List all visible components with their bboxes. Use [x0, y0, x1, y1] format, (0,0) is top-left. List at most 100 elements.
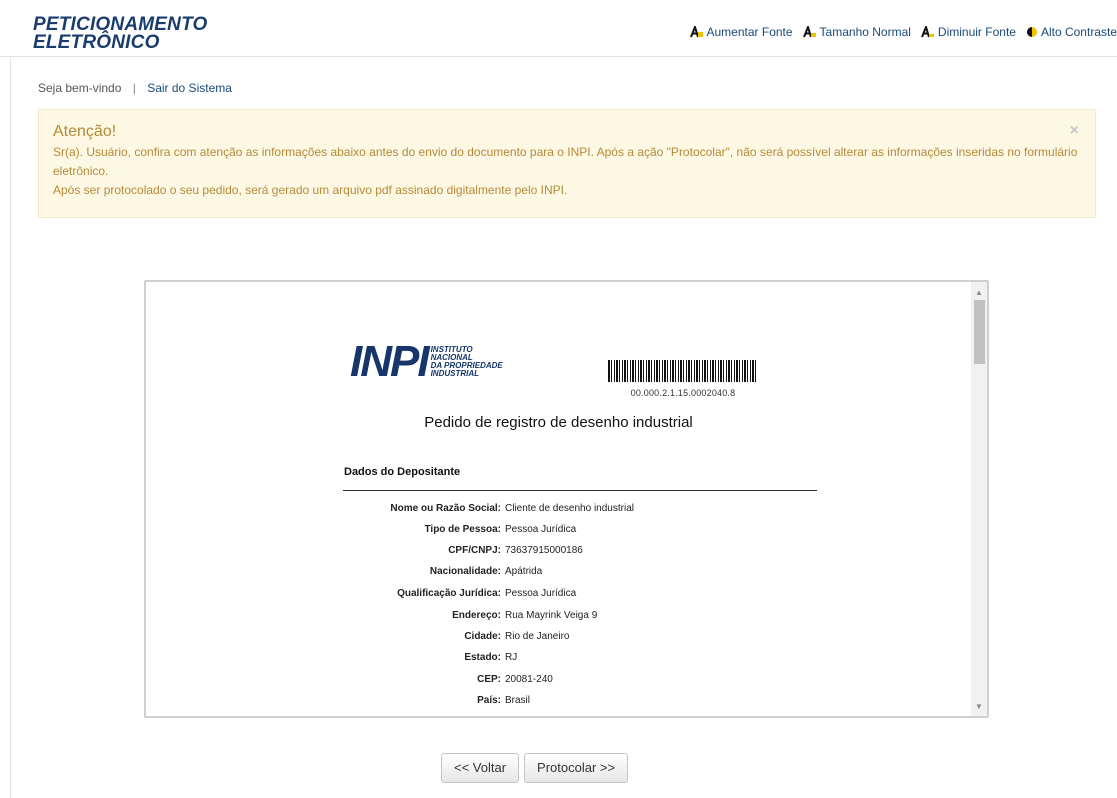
barcode-bar [731, 360, 732, 382]
barcode-bar [614, 360, 615, 382]
barcode-bar [643, 360, 644, 382]
barcode-bar [747, 360, 748, 382]
barcode-bar [627, 360, 628, 382]
logout-link[interactable]: Sair do Sistema [147, 81, 232, 95]
alert-title: Atenção! [53, 122, 1081, 142]
high-contrast-label: Alto Contraste [1041, 25, 1117, 39]
barcode-bar [710, 360, 711, 382]
protocol-button[interactable]: Protocolar >> [524, 753, 628, 783]
barcode-bar [704, 360, 706, 382]
barcode-bar [728, 360, 730, 382]
welcome-separator: | [133, 81, 136, 95]
scroll-down-icon[interactable]: ▼ [971, 698, 987, 714]
field-value: Apátrida [505, 566, 542, 577]
barcode-bar [611, 360, 612, 382]
barcode-bar [744, 360, 746, 382]
inpi-logo-letters: INPI [350, 342, 428, 382]
barcode-bar [734, 360, 735, 382]
barcode-bar [696, 360, 698, 382]
barcode-bar [664, 360, 666, 382]
field-value: Pessoa Jurídica [505, 524, 576, 535]
high-contrast-button[interactable]: Alto Contraste [1026, 25, 1117, 39]
font-normal-button[interactable]: Tamanho Normal [803, 25, 911, 39]
field-value: RJ [505, 652, 517, 663]
alert-message-2: Após ser protocolado o seu pedido, será … [53, 181, 1081, 200]
font-decrease-label: Diminuir Fonte [938, 25, 1016, 39]
action-buttons: << Voltar Protocolar >> [441, 753, 628, 783]
barcode-bar [630, 360, 631, 382]
field-label: CPF/CNPJ: [146, 545, 501, 556]
barcode-bar [648, 360, 650, 382]
logo-line-2: ELETRÔNICO [33, 34, 208, 52]
barcode-bar [659, 360, 660, 382]
barcode-bar [742, 360, 743, 382]
font-decrease-button[interactable]: Diminuir Fonte [921, 25, 1016, 39]
barcode-bar [686, 360, 687, 382]
barcode-bar [635, 360, 636, 382]
field-label: Cidade: [146, 631, 501, 642]
document-preview[interactable]: INPI INSTITUTO NACIONAL DA PROPRIEDADE I… [144, 280, 989, 718]
barcode-bar [608, 360, 610, 382]
barcode-bar [694, 360, 695, 382]
barcode-bar [712, 360, 714, 382]
barcode-bar [699, 360, 700, 382]
welcome-text: Seja bem-vindo [38, 81, 121, 95]
barcode-bar [723, 360, 724, 382]
field-label: CEP: [146, 674, 501, 685]
barcode-bar [646, 360, 647, 382]
scroll-up-icon[interactable]: ▲ [971, 284, 987, 300]
accessibility-bar: Aumentar Fonte Tamanho Normal Diminuir F… [690, 25, 1117, 39]
barcode-bar [691, 360, 692, 382]
barcode-bar [707, 360, 708, 382]
header-divider [0, 56, 1117, 57]
barcode-bar [616, 360, 618, 382]
barcode-bar [632, 360, 634, 382]
alert-message-1: Sr(a). Usuário, confira com atenção as i… [53, 143, 1081, 181]
barcode-bar [622, 360, 623, 382]
font-normal-icon [803, 26, 817, 38]
document-title: Pedido de registro de desenho industrial [146, 414, 971, 431]
field-value: Rio de Janeiro [505, 631, 569, 642]
field-label: Qualificação Jurídica: [146, 588, 501, 599]
inpi-logo: INPI INSTITUTO NACIONAL DA PROPRIEDADE I… [350, 342, 503, 382]
barcode-bar [654, 360, 655, 382]
barcode-bar [752, 360, 754, 382]
barcode-bar [667, 360, 668, 382]
barcode-bar [675, 360, 676, 382]
barcode-bar [750, 360, 751, 382]
barcode-bar [720, 360, 722, 382]
barcode-bar [736, 360, 738, 382]
barcode-bar [702, 360, 703, 382]
contrast-icon [1026, 26, 1038, 38]
app-logo: PETICIONAMENTO ELETRÔNICO [33, 16, 208, 52]
barcode-number: 00.000.2.1.15.0002040.8 [608, 388, 758, 398]
document-scrollbar[interactable]: ▲ ▼ [971, 282, 987, 716]
field-label: Nacionalidade: [146, 566, 501, 577]
font-increase-label: Aumentar Fonte [707, 25, 793, 39]
barcode: 00.000.2.1.15.0002040.8 [608, 360, 758, 398]
welcome-bar: Seja bem-vindo | Sair do Sistema [38, 81, 232, 95]
field-label: Nome ou Razão Social: [146, 503, 501, 514]
barcode-bar [688, 360, 690, 382]
barcode-bar [726, 360, 727, 382]
scroll-thumb[interactable] [974, 300, 985, 364]
inpi-logo-text-line: INDUSTRIAL [431, 370, 503, 378]
field-label: Endereço: [146, 610, 501, 621]
barcode-bar [715, 360, 716, 382]
barcode-bar [640, 360, 642, 382]
font-increase-icon [690, 26, 704, 38]
barcode-bar [680, 360, 682, 382]
barcode-bar [638, 360, 639, 382]
back-button[interactable]: << Voltar [441, 753, 519, 783]
field-value: Brasil [505, 695, 530, 706]
font-decrease-icon [921, 26, 935, 38]
field-label: País: [146, 695, 501, 706]
barcode-bar [656, 360, 658, 382]
close-icon[interactable]: × [1070, 121, 1079, 140]
barcode-bar [624, 360, 626, 382]
barcode-bar [678, 360, 679, 382]
barcode-bar [651, 360, 652, 382]
font-increase-button[interactable]: Aumentar Fonte [690, 25, 793, 39]
barcode-bar [739, 360, 740, 382]
inpi-logo-text: INSTITUTO NACIONAL DA PROPRIEDADE INDUST… [431, 346, 503, 378]
